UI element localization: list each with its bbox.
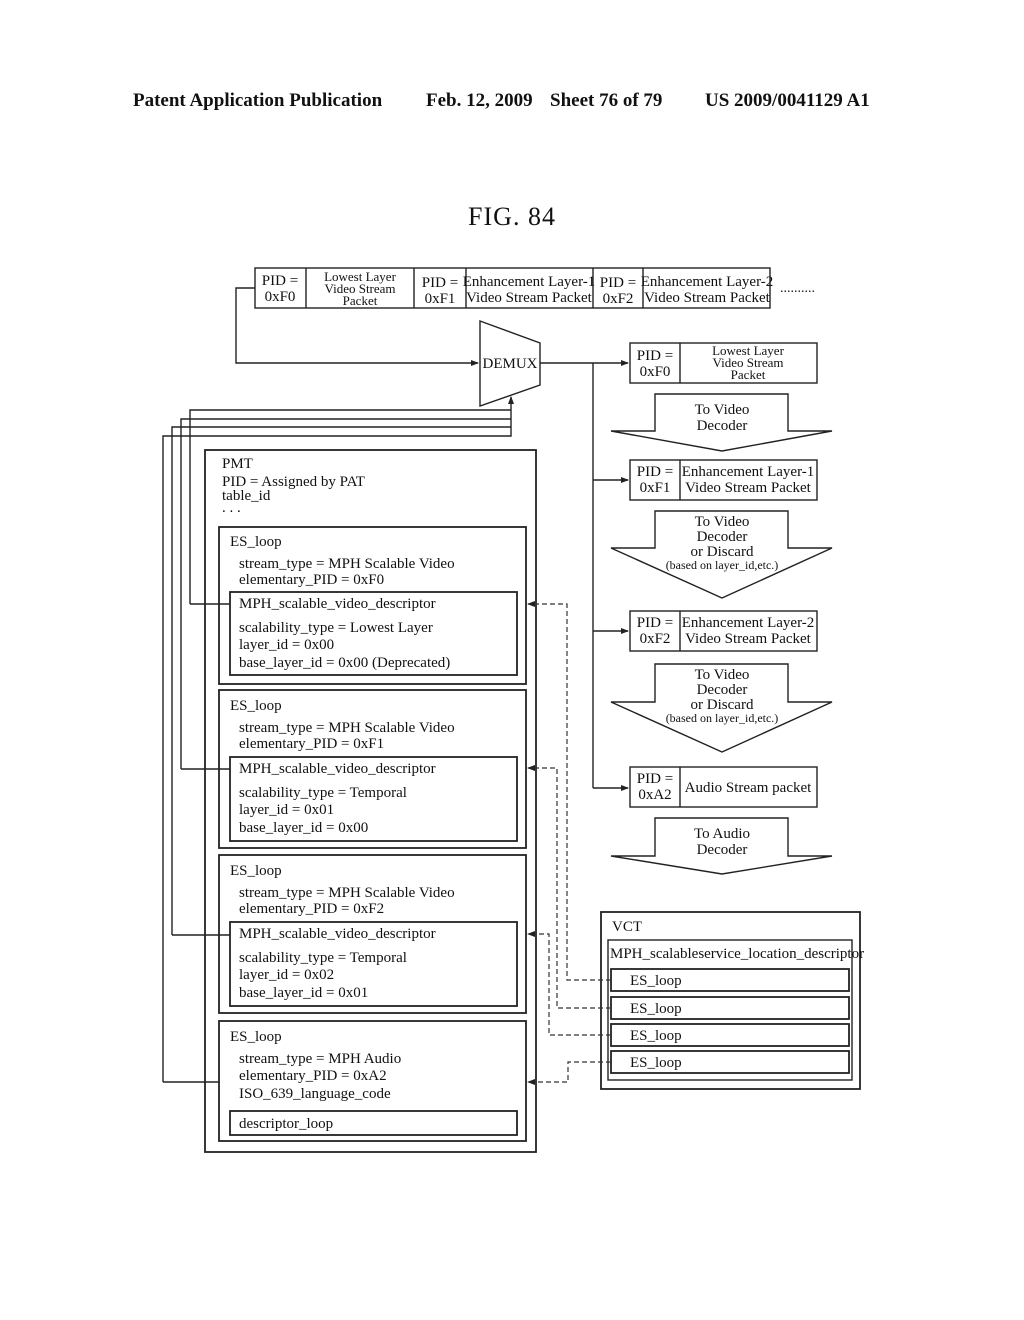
pmt-es-loop-0xa2: ES_loop stream_type = MPH Audio elementa… (218, 1020, 527, 1142)
es-loop-line: stream_type = MPH Scalable Video (239, 720, 455, 736)
pid-label: PID = (600, 275, 636, 291)
payload-line: Video Stream Packet (466, 290, 593, 306)
input-transport-stream: PID = 0xF0 Lowest Layer Video Stream Pac… (254, 267, 815, 309)
pmt-line: . . . (222, 500, 241, 516)
pmt-title: PMT (222, 456, 253, 472)
to-video-decoder-arrow: To Video Decoder (610, 393, 833, 452)
output-packet-0xa2: PID = 0xA2 Audio Stream packet (629, 766, 818, 808)
es-loop-title: ES_loop (230, 698, 282, 714)
arrow-label: Decoder (697, 418, 748, 434)
to-video-decoder-or-discard-arrow-2: To Video Decoder or Discard (based on la… (610, 663, 833, 753)
diagram: PID = 0xF0 Lowest Layer Video Stream Pac… (162, 267, 864, 1153)
payload-line: Video Stream Packet (685, 480, 812, 496)
pid-label: PID = (637, 615, 673, 631)
output-packet-0xf0: PID = 0xF0 Lowest Layer Video Stream Pac… (629, 342, 818, 384)
descriptor-line: base_layer_id = 0x00 (239, 820, 368, 836)
arrow-label: Decoder (697, 682, 748, 698)
input-packet-0xf1: PID = 0xF1 Enhancement Layer-1 Video Str… (422, 274, 595, 307)
payload-line: Enhancement Layer-2 (641, 274, 774, 290)
arrow-label: (based on layer_id,etc.) (666, 558, 779, 572)
descriptor-line: scalability_type = Temporal (239, 785, 407, 801)
descriptor-title: MPH_scalable_video_descriptor (239, 926, 436, 942)
descriptor-line: base_layer_id = 0x00 (Deprecated) (239, 655, 450, 671)
payload-line: Audio Stream packet (685, 780, 812, 796)
descriptor-line: scalability_type = Temporal (239, 950, 407, 966)
vct-es-loop-label: ES_loop (630, 1001, 682, 1017)
descriptor-line: layer_id = 0x02 (239, 967, 334, 983)
es-loop-line: elementary_PID = 0xF0 (239, 572, 384, 588)
pid-value: 0xA2 (638, 787, 671, 803)
es-loop-title: ES_loop (230, 534, 282, 550)
arrow-label: Decoder (697, 842, 748, 858)
es-loop-line: stream_type = MPH Scalable Video (239, 556, 455, 572)
arrow-label: To Video (695, 514, 750, 530)
vct-title: VCT (612, 919, 642, 935)
to-audio-decoder-arrow: To Audio Decoder (610, 817, 833, 875)
pid-value: 0xF2 (640, 631, 671, 647)
demux-block: DEMUX (479, 319, 541, 407)
es-loop-title: ES_loop (230, 1029, 282, 1045)
descriptor-line: layer_id = 0x01 (239, 802, 334, 818)
pid-value: 0xF1 (425, 291, 456, 307)
pid-label: PID = (637, 464, 673, 480)
output-packet-0xf1: PID = 0xF1 Enhancement Layer-1 Video Str… (629, 459, 818, 501)
payload-line: Packet (343, 293, 378, 308)
descriptor-title: descriptor_loop (239, 1116, 333, 1132)
es-loop-line: stream_type = MPH Scalable Video (239, 885, 455, 901)
payload-line: Video Stream Packet (685, 631, 812, 647)
descriptor-line: layer_id = 0x00 (239, 637, 334, 653)
es-loop-line: elementary_PID = 0xF2 (239, 901, 384, 917)
output-packet-0xf2: PID = 0xF2 Enhancement Layer-2 Video Str… (629, 610, 818, 652)
vct-es-loop-label: ES_loop (630, 1028, 682, 1044)
vct-descriptor-title: MPH_scalableservice_location_descriptor (610, 946, 864, 962)
descriptor-title: MPH_scalable_video_descriptor (239, 596, 436, 612)
arrow-label: To Audio (694, 826, 750, 842)
pid-value: 0xF0 (640, 364, 671, 380)
descriptor-title: MPH_scalable_video_descriptor (239, 761, 436, 777)
pid-value: 0xF0 (265, 289, 296, 305)
descriptor-line: base_layer_id = 0x01 (239, 985, 368, 1001)
arrow-label: Decoder (697, 529, 748, 545)
vct-es-loop-label: ES_loop (630, 973, 682, 989)
stream-ellipsis: .......... (780, 281, 815, 296)
pmt-es-loop-0xf2: ES_loop stream_type = MPH Scalable Video… (218, 854, 527, 1014)
es-loop-line: ISO_639_language_code (239, 1086, 391, 1102)
input-packet-0xf2: PID = 0xF2 Enhancement Layer-2 Video Str… (600, 274, 773, 307)
vct-es-loop: ES_loop (610, 1050, 850, 1074)
to-video-decoder-or-discard-arrow-1: To Video Decoder or Discard (based on la… (610, 510, 833, 599)
vct-es-loop: ES_loop (610, 1023, 850, 1047)
arrow-label: (based on layer_id,etc.) (666, 711, 779, 725)
pmt-table: PMT PID = Assigned by PAT table_id . . .… (204, 449, 537, 1153)
payload-line: Packet (731, 367, 766, 382)
vct-es-loop-label: ES_loop (630, 1055, 682, 1071)
es-loop-line: stream_type = MPH Audio (239, 1051, 401, 1067)
pmt-es-loop-0xf1: ES_loop stream_type = MPH Scalable Video… (218, 689, 527, 849)
es-loop-line: elementary_PID = 0xF1 (239, 736, 384, 752)
pid-value: 0xF2 (603, 291, 634, 307)
payload-line: Video Stream Packet (644, 290, 771, 306)
vct-table: VCT MPH_scalableservice_location_descrip… (600, 911, 864, 1090)
vct-es-loop: ES_loop (610, 968, 850, 992)
vct-to-pmt-dashed-links (527, 601, 611, 1085)
pid-label: PID = (262, 273, 298, 289)
pid-label: PID = (637, 771, 673, 787)
arrow-label: To Video (695, 667, 750, 683)
vct-es-loop: ES_loop (610, 996, 850, 1020)
arrow-label: To Video (695, 402, 750, 418)
pid-label: PID = (422, 275, 458, 291)
payload-line: Enhancement Layer-1 (463, 274, 596, 290)
demux-label: DEMUX (483, 356, 538, 372)
payload-line: Enhancement Layer-1 (682, 464, 815, 480)
es-loop-line: elementary_PID = 0xA2 (239, 1068, 387, 1084)
descriptor-line: scalability_type = Lowest Layer (239, 620, 433, 636)
es-loop-title: ES_loop (230, 863, 282, 879)
pid-value: 0xF1 (640, 480, 671, 496)
pid-label: PID = (637, 348, 673, 364)
pmt-es-loop-0xf0: ES_loop stream_type = MPH Scalable Video… (218, 526, 527, 685)
payload-line: Enhancement Layer-2 (682, 615, 815, 631)
